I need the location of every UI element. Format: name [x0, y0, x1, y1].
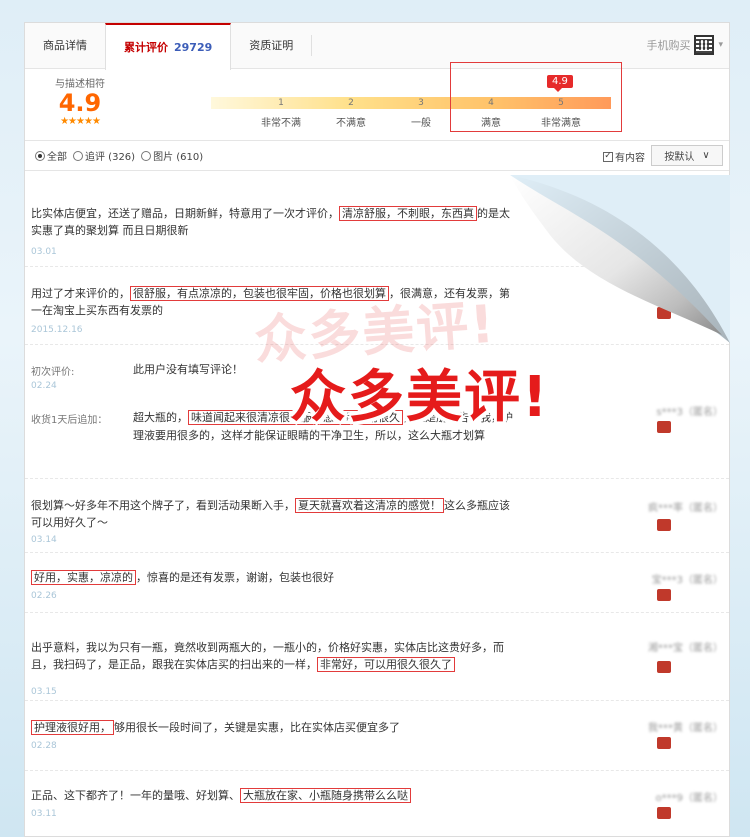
tab-label: 资质证明: [249, 39, 294, 52]
filter-all-radio[interactable]: 全部: [35, 148, 67, 163]
review-date: 03.15: [31, 687, 57, 697]
review-text: 好用，实惠，凉凉的 ，惊喜的是还有发票，谢谢，包装也很好: [31, 569, 515, 586]
member-badge-icon: [657, 421, 671, 433]
rating-summary: 与描述相符 4.9 ★★★★★ 1 2 3 4 5 非常不满 不满意 一般 满意…: [25, 69, 729, 141]
mobile-buy[interactable]: 手机购买 ▾: [646, 35, 723, 55]
member-badge-icon: [657, 519, 671, 531]
review-text: 出乎意料，我以为只有一瓶，竟然收到两瓶大的，一瓶小的，价格好实惠，实体店比这贵好…: [31, 639, 515, 673]
tab-bar: 商品详情 累计评价 29729 资质证明 手机购买 ▾: [25, 23, 729, 70]
filter-label: 追评 (326): [85, 152, 136, 163]
review-date: 03.11: [31, 809, 57, 819]
list-item: 很划算～好多年不用这个牌子了，看到活动果断入手， 夏天就喜欢着这清凉的感觉！ 这么多…: [25, 479, 729, 553]
radio-icon: [73, 150, 83, 161]
member-badge-icon: [657, 589, 671, 601]
qr-code-icon: [694, 35, 715, 55]
review-date: 02.28: [31, 741, 57, 751]
reviewer-name: s***3（匿名）: [656, 407, 723, 418]
list-item: 正品、这下都齐了！一年的量哦、好划算、 大瓶放在家、小瓶随身携带么么哒 03.11…: [25, 771, 729, 835]
radio-icon: [141, 150, 152, 161]
member-badge-icon: [657, 737, 671, 749]
checkbox-label: 有内容: [615, 153, 645, 164]
reviewer-name: 3***b（匿名）: [655, 209, 723, 220]
score-highlight-box: [450, 62, 622, 132]
reviewer-name: 疯***率（匿名）: [648, 503, 723, 514]
scale-label: 不满意: [336, 118, 366, 129]
checkbox-icon: ✓: [603, 151, 613, 162]
tab-cumulative-reviews[interactable]: 累计评价 29729: [105, 23, 232, 70]
highlighted-phrase: 护理液很好用，: [31, 720, 114, 735]
review-text: 护理液很好用， 够用很长一段时间了，关键是实惠，比在实体店买便宜多了: [31, 719, 515, 736]
review-text-part: 超大瓶的，: [133, 411, 188, 424]
sort-label: 按默认: [664, 152, 695, 163]
member-badge-icon: [657, 307, 671, 319]
reviewer-name: 湘***宝（匿名）: [648, 643, 723, 654]
member-badge-icon: [657, 223, 671, 235]
scale-label: 一般: [411, 118, 431, 129]
score-label: 与描述相符: [55, 79, 105, 90]
reviewer-name: 宝***3（匿名）: [651, 575, 723, 586]
chevron-down-icon: ∨: [702, 150, 710, 161]
scale-tick: 3: [418, 98, 424, 108]
review-date: 02.24: [31, 381, 57, 391]
review-date: 2015.12.16: [31, 325, 83, 335]
filter-images-radio[interactable]: 图片 (610): [141, 148, 203, 163]
first-review-label: 初次评价:: [31, 367, 75, 378]
list-item: 护理液很好用， 够用很长一段时间了，关键是实惠，比在实体店买便宜多了 02.28 …: [25, 701, 729, 771]
reviewer-name: 我***黄（匿名）: [648, 723, 723, 734]
tab-product-details[interactable]: 商品详情: [25, 23, 105, 69]
highlighted-phrase: 大瓶放在家、小瓶随身携带么么哒: [240, 788, 411, 803]
tab-qualification[interactable]: 资质证明: [231, 23, 311, 69]
tab-label: 累计评价: [124, 41, 168, 54]
review-text-part: 正品、这下都齐了！一年的量哦、好划算、: [31, 789, 240, 802]
highlighted-phrase: 好用，实惠，凉凉的: [31, 570, 136, 585]
score-value: 4.9: [58, 89, 102, 117]
review-text-part: 用过了才来评价的，: [31, 287, 130, 300]
tab-divider: [311, 35, 313, 56]
review-text: 比实体店便宜，还送了赠品，日期新鲜，特意用了一次才评价， 清凉舒服，不刺眼，东西真…: [31, 205, 515, 239]
star-rating-icon: ★★★★★: [60, 116, 101, 127]
sort-select[interactable]: 按默认 ∨: [651, 145, 723, 166]
reviewer-name: o***9（匿名）: [655, 793, 723, 804]
mobile-buy-label: 手机购买: [646, 39, 691, 52]
review-text: 正品、这下都齐了！一年的量哦、好划算、 大瓶放在家、小瓶随身携带么么哒: [31, 787, 515, 804]
filter-followup-radio[interactable]: 追评 (326): [73, 148, 135, 163]
review-date: 03.01: [31, 247, 57, 257]
filter-bar: 全部 追评 (326) 图片 (610) ✓ 有内容 按默认 ∨: [25, 141, 729, 171]
radio-icon: [35, 150, 45, 161]
review-date: 02.26: [31, 591, 57, 601]
review-text-part: 够用很长一段时间了，关键是实惠，比在实体店买便宜多了: [114, 721, 400, 734]
scale-tick: 1: [278, 98, 284, 108]
review-date: 03.14: [31, 535, 57, 545]
promo-stamp: 众多美评!: [290, 365, 550, 430]
member-badge-icon: [657, 661, 671, 673]
with-content-checkbox[interactable]: ✓ 有内容: [603, 149, 645, 164]
review-count: 29729: [174, 41, 213, 54]
highlighted-phrase: 非常好，可以用很久很久了: [317, 657, 455, 672]
scale-tick: 2: [348, 98, 354, 108]
filter-label: 全部: [47, 152, 67, 163]
filter-label: 图片 (610): [153, 152, 204, 163]
review-text-part: 很划算～好多年不用这个牌子了，看到活动果断入手，: [31, 499, 295, 512]
review-list: 比实体店便宜，还送了赠品，日期新鲜，特意用了一次才评价， 清凉舒服，不刺眼，东西真…: [25, 171, 729, 835]
list-item: 比实体店便宜，还送了赠品，日期新鲜，特意用了一次才评价， 清凉舒服，不刺眼，东西真…: [25, 171, 729, 267]
highlighted-phrase: 夏天就喜欢着这清凉的感觉！: [295, 498, 444, 513]
tab-label: 商品详情: [43, 39, 87, 52]
member-badge-icon: [657, 807, 671, 819]
append-review-label: 收货1天后追加：: [31, 415, 108, 426]
list-item: 好用，实惠，凉凉的 ，惊喜的是还有发票，谢谢，包装也很好 02.26 宝***3（…: [25, 553, 729, 613]
score-block: 与描述相符 4.9 ★★★★★: [25, 75, 135, 127]
review-text-part: 比实体店便宜，还送了赠品，日期新鲜，特意用了一次才评价，: [31, 207, 339, 220]
review-text-part: ，惊喜的是还有发票，谢谢，包装也很好: [136, 571, 334, 584]
highlighted-phrase: 清凉舒服，不刺眼，东西真: [339, 206, 477, 221]
review-text: 很划算～好多年不用这个牌子了，看到活动果断入手， 夏天就喜欢着这清凉的感觉！ 这么多…: [31, 497, 515, 531]
scale-label: 非常不满: [261, 118, 301, 129]
chevron-down-icon: ▾: [718, 40, 723, 50]
list-item: 出乎意料，我以为只有一瓶，竟然收到两瓶大的，一瓶小的，价格好实惠，实体店比这贵好…: [25, 613, 729, 701]
